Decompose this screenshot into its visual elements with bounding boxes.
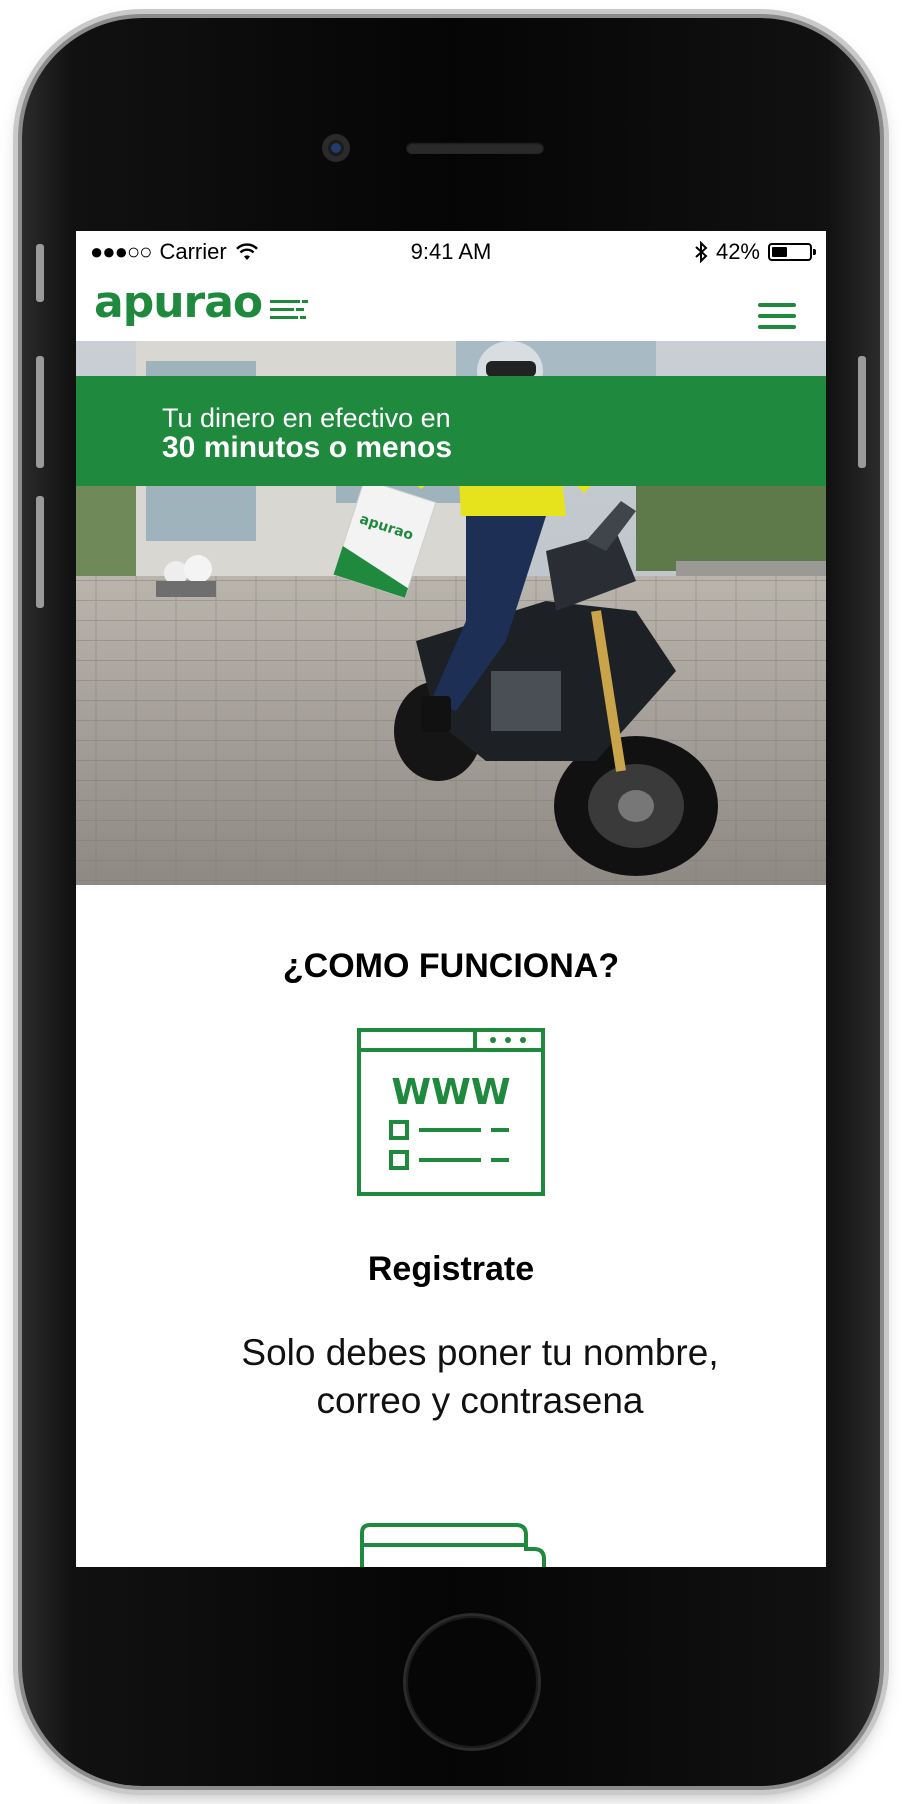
- hero-line-1: Tu dinero en efectivo en: [162, 403, 451, 433]
- screen: ●●●○○ Carrier 9:41 AM 42% apurao apurao …: [76, 231, 826, 1567]
- nav-bar: apurao: [76, 275, 826, 341]
- home-button[interactable]: [406, 1616, 538, 1748]
- step-desc-line-1: Solo debes poner tu nombre,: [241, 1332, 719, 1373]
- mute-switch: [36, 244, 44, 302]
- step-title: Registrate: [367, 1250, 535, 1288]
- how-it-works-section: ¿COMO FUNCIONA? WWW Registrate Solo debe…: [76, 947, 826, 1425]
- hero-tagline: Tu dinero en efectivo en 30 minutos o me…: [162, 403, 452, 463]
- browser-www-icon: WWW: [357, 1028, 545, 1196]
- hamburger-menu-icon[interactable]: [758, 303, 796, 329]
- battery-icon: [768, 243, 816, 261]
- front-camera: [322, 134, 350, 162]
- www-text: WWW: [391, 1072, 510, 1113]
- logo-speed-lines-icon: [270, 300, 308, 319]
- section-title: ¿COMO FUNCIONA?: [282, 947, 620, 985]
- earpiece-speaker: [406, 142, 544, 154]
- bluetooth-icon: [695, 241, 708, 263]
- status-bar: ●●●○○ Carrier 9:41 AM 42%: [76, 231, 826, 275]
- hero-banner: apurao Tu dinero en efectivo en 30 minut…: [76, 341, 826, 885]
- volume-down-button: [36, 496, 44, 608]
- volume-up-button: [36, 356, 44, 468]
- step-desc-line-2: correo y contrasena: [316, 1380, 644, 1421]
- card-icon: [360, 1523, 546, 1567]
- hero-line-2: 30 minutos o menos: [162, 431, 453, 464]
- clock: 9:41 AM: [410, 239, 492, 264]
- battery-percent: 42%: [715, 239, 760, 264]
- power-button: [858, 356, 866, 468]
- step-description: Solo debes poner tu nombre, correo y con…: [76, 1329, 826, 1425]
- apurao-logo[interactable]: apurao: [94, 277, 263, 328]
